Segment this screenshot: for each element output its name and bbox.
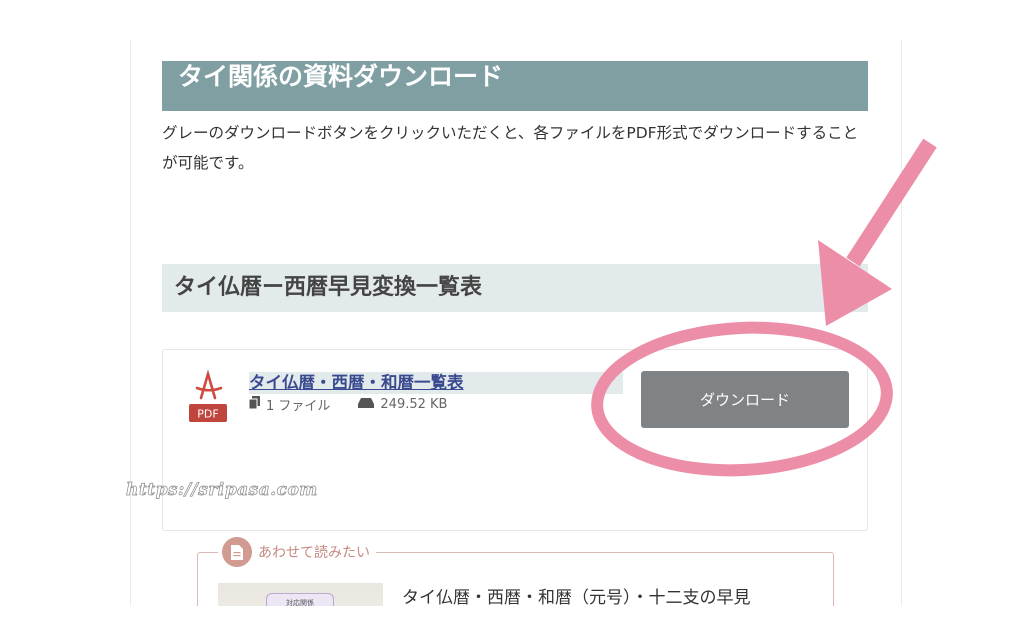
- related-article-title[interactable]: タイ仏暦・西暦・和暦（元号）・十二支の早見: [402, 583, 751, 606]
- download-button[interactable]: ダウンロード: [641, 371, 849, 428]
- download-card: PDF タイ仏暦・西暦・和暦一覧表 1 ファイル 249.52 KB ダウンロー…: [162, 349, 868, 531]
- pdf-file-icon: PDF: [187, 368, 229, 424]
- thumbnail-text: 対応関係: [266, 593, 334, 606]
- related-label: あわせて読みたい: [218, 537, 376, 567]
- related-article-box[interactable]: あわせて読みたい 対応関係 タイ仏暦・西暦・和暦（元号）・十二支の早見: [197, 537, 834, 606]
- subsection-heading: タイ仏暦ー西暦早見変換一覧表: [162, 264, 868, 312]
- file-count: 1 ファイル: [266, 399, 331, 414]
- hard-drive-icon: [358, 397, 375, 412]
- article-content: タイ関係の資料ダウンロード グレーのダウンロードボタンをクリックいただくと、各フ…: [130, 40, 902, 606]
- section-heading: タイ関係の資料ダウンロード: [162, 60, 868, 111]
- watermark: https://sripasa.com: [126, 480, 318, 501]
- pdf-icon-text: PDF: [197, 408, 218, 421]
- related-label-text: あわせて読みたい: [258, 545, 370, 561]
- file-size: 249.52 KB: [380, 397, 448, 412]
- related-thumbnail[interactable]: 対応関係: [218, 583, 383, 606]
- intro-paragraph: グレーのダウンロードボタンをクリックいただくと、各ファイルをPDF形式でダウンロ…: [162, 124, 859, 172]
- file-meta: 1 ファイル 249.52 KB: [248, 395, 448, 414]
- document-icon: [222, 537, 252, 567]
- files-icon: [248, 396, 260, 413]
- file-title-link[interactable]: タイ仏暦・西暦・和暦一覧表: [249, 372, 623, 394]
